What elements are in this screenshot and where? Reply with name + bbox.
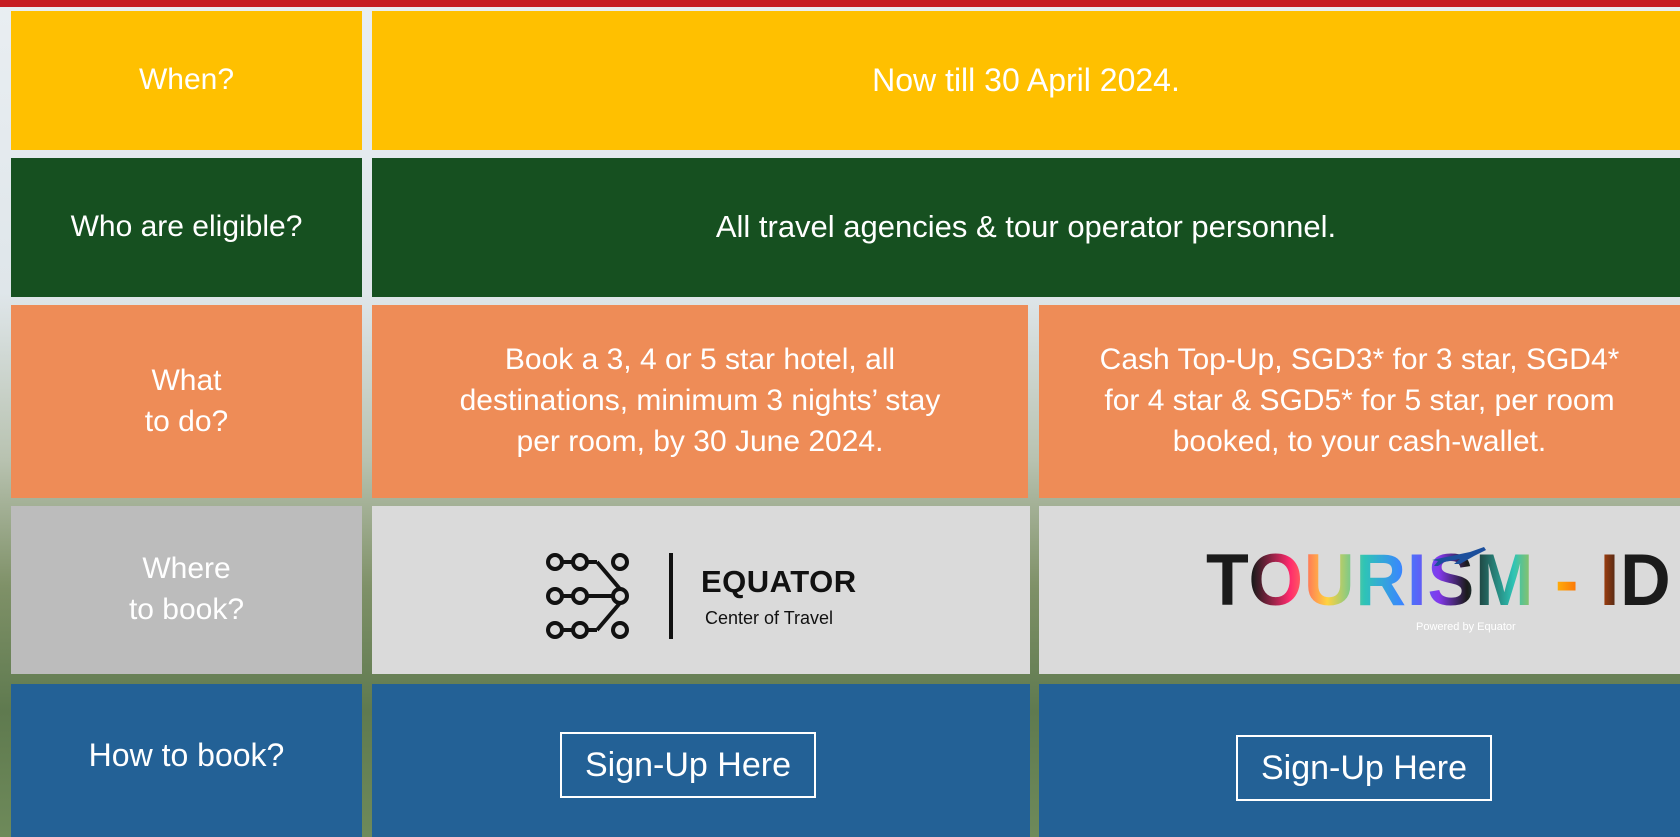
when-label-cell: When?	[11, 11, 362, 150]
network-nodes-icon	[546, 553, 629, 639]
when-value: Now till 30 April 2024.	[872, 61, 1180, 98]
what-booking-text: Book a 3, 4 or 5 star hotel, all destina…	[459, 343, 941, 458]
top-accent-line	[0, 0, 1680, 7]
equator-name: EQUATOR	[701, 563, 857, 599]
signup-button-tourism[interactable]: Sign-Up Here	[1236, 735, 1492, 801]
who-value-cell: All travel agencies & tour operator pers…	[372, 158, 1680, 297]
equator-logo[interactable]: EQUATOR Center of Travel	[545, 550, 857, 642]
tourism-id-logo[interactable]: TOURISM - ID Powered by Equator	[1206, 539, 1671, 640]
what-reward-text: Cash Top-Up, SGD3* for 3 star, SGD4* for…	[1099, 343, 1620, 458]
who-label: Who are eligible?	[70, 210, 303, 244]
when-label: When?	[138, 63, 235, 97]
equator-tagline: Center of Travel	[705, 607, 834, 628]
where-label-cell: Where to book?	[11, 506, 362, 674]
where-label: Where to book?	[128, 552, 245, 626]
when-value-cell: Now till 30 April 2024.	[372, 11, 1680, 150]
tourism-id-tagline: Powered by Equator	[1416, 621, 1516, 633]
what-reward-cell: Cash Top-Up, SGD3* for 3 star, SGD4* for…	[1039, 305, 1680, 498]
what-label-cell: What to do?	[11, 305, 362, 498]
how-label-cell: How to book?	[11, 684, 362, 837]
what-booking-cell: Book a 3, 4 or 5 star hotel, all destina…	[372, 305, 1028, 498]
who-label-cell: Who are eligible?	[11, 158, 362, 297]
equator-logo-text: EQUATOR Center of Travel	[701, 564, 857, 629]
signup-button-equator[interactable]: Sign-Up Here	[560, 732, 816, 798]
what-label: What to do?	[144, 363, 229, 438]
airplane-icon	[1432, 547, 1486, 566]
signup-button-equator-label: Sign-Up Here	[585, 745, 791, 784]
logo-divider	[669, 553, 673, 639]
signup-button-tourism-label: Sign-Up Here	[1261, 748, 1467, 787]
how-label: How to book?	[88, 736, 285, 773]
who-value: All travel agencies & tour operator pers…	[715, 209, 1337, 245]
